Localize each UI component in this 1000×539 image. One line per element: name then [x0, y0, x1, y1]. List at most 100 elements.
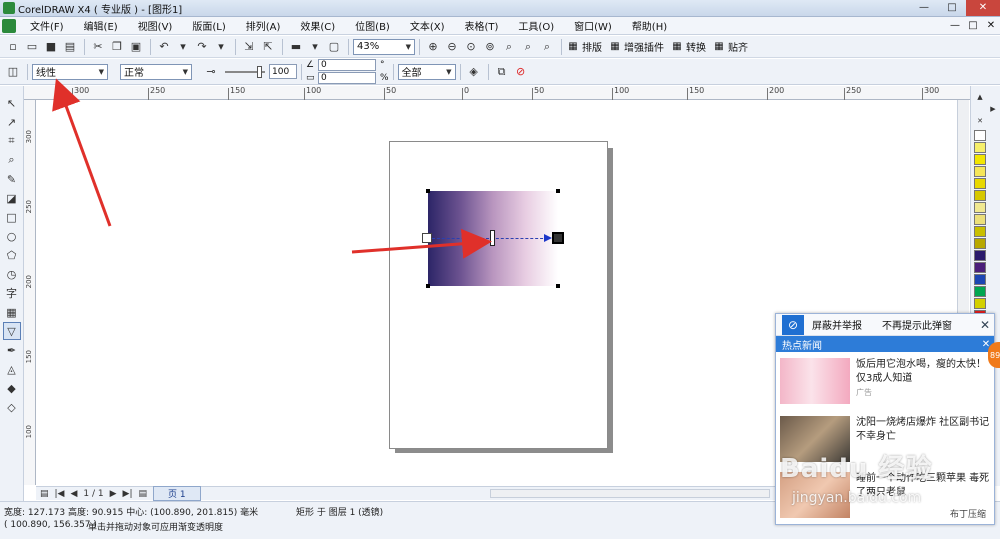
- minimize-button[interactable]: —: [910, 0, 938, 16]
- merge-mode-select[interactable]: 正常 ▼: [120, 63, 192, 80]
- menu-table[interactable]: 表格(T): [455, 18, 509, 33]
- rectangle-tool-icon[interactable]: □: [3, 208, 21, 226]
- close-button[interactable]: ✕: [966, 0, 1000, 16]
- next-page-icon[interactable]: ▶: [110, 489, 117, 499]
- color-swatch[interactable]: [974, 130, 986, 141]
- undo-icon[interactable]: ↶: [155, 38, 173, 56]
- zoom-selected-icon[interactable]: ⊙: [462, 38, 480, 56]
- undo-dropdown-icon[interactable]: ▾: [174, 38, 192, 56]
- enhance-plugin-button[interactable]: ▦ 增强插件: [608, 39, 664, 54]
- color-swatch[interactable]: [974, 226, 986, 237]
- zoom-out-icon[interactable]: ⊖: [443, 38, 461, 56]
- maximize-button[interactable]: □: [938, 0, 966, 16]
- color-swatch[interactable]: [974, 298, 986, 309]
- interactive-transparency-tool-icon[interactable]: ▽: [2, 322, 21, 340]
- transparency-type-select[interactable]: 线性 ▼: [32, 63, 108, 80]
- selection-handle[interactable]: [426, 189, 430, 193]
- application-launcher-icon[interactable]: ▬: [287, 38, 305, 56]
- redo-icon[interactable]: ↷: [193, 38, 211, 56]
- paste-icon[interactable]: ▣: [127, 38, 145, 56]
- snap-button[interactable]: ▦ 贴齐: [712, 39, 748, 54]
- zoom-tool-icon[interactable]: ⌕: [3, 151, 21, 169]
- doc-restore-button[interactable]: □: [964, 20, 982, 31]
- color-swatch[interactable]: [974, 274, 986, 285]
- document-page[interactable]: [389, 141, 608, 449]
- transparency-tool-icon[interactable]: ◫: [4, 63, 22, 81]
- doc-close-button[interactable]: ✕: [982, 20, 1000, 31]
- color-swatch[interactable]: [974, 286, 986, 297]
- menu-window[interactable]: 窗口(W): [564, 18, 622, 33]
- polygon-tool-icon[interactable]: ⬠: [3, 246, 21, 264]
- zoom-height-icon[interactable]: ⌕: [538, 38, 556, 56]
- import-icon[interactable]: ⇲: [240, 38, 258, 56]
- menu-bitmaps[interactable]: 位图(B): [345, 18, 400, 33]
- copy-icon[interactable]: ❐: [108, 38, 126, 56]
- menu-arrange[interactable]: 排列(A): [236, 18, 291, 33]
- menu-file[interactable]: 文件(F): [20, 18, 74, 33]
- transparency-midpoint-slider[interactable]: [490, 230, 495, 246]
- edge-pad-input[interactable]: 0: [318, 72, 376, 84]
- palette-flyout-icon[interactable]: ▶: [987, 104, 999, 114]
- smart-fill-tool-icon[interactable]: ◪: [3, 189, 21, 207]
- basic-shapes-tool-icon[interactable]: ◷: [3, 265, 21, 283]
- palette-scroll-up-icon[interactable]: ▲: [974, 92, 986, 102]
- copy-transparency-icon[interactable]: ⧉: [493, 63, 511, 81]
- color-swatch[interactable]: [974, 202, 986, 213]
- angle-input[interactable]: 0: [318, 59, 376, 71]
- transparency-target-select[interactable]: 全部 ▼: [397, 63, 456, 80]
- fill-tool-icon[interactable]: ◆: [3, 379, 21, 397]
- opacity-slider-thumb[interactable]: [257, 65, 262, 78]
- no-color-swatch-icon[interactable]: ✕: [974, 116, 986, 126]
- news-item[interactable]: 饭后用它泡水喝，瘦的太快！仅3成人知道 广告: [780, 358, 992, 412]
- prev-page-icon[interactable]: ◀: [70, 489, 77, 499]
- freehand-tool-icon[interactable]: ✎: [3, 170, 21, 188]
- vertical-ruler[interactable]: 300 250 200 150 100: [24, 100, 36, 485]
- zoom-width-icon[interactable]: ⌕: [519, 38, 537, 56]
- text-tool-icon[interactable]: 字: [3, 284, 21, 302]
- convert-button[interactable]: ▦ 转换: [670, 39, 706, 54]
- print-icon[interactable]: ▤: [61, 38, 79, 56]
- opacity-input[interactable]: 100: [269, 64, 297, 79]
- opacity-slider[interactable]: [225, 65, 265, 78]
- interactive-fill-tool-icon[interactable]: ◇: [3, 398, 21, 416]
- zoom-page-icon[interactable]: ⌕: [500, 38, 518, 56]
- welcome-screen-icon[interactable]: ▢: [325, 38, 343, 56]
- menu-help[interactable]: 帮助(H): [622, 18, 677, 33]
- color-swatch[interactable]: [974, 190, 986, 201]
- selection-handle[interactable]: [556, 284, 560, 288]
- menu-effects[interactable]: 效果(C): [290, 18, 345, 33]
- save-icon[interactable]: ■: [42, 38, 60, 56]
- table-tool-icon[interactable]: ▦: [3, 303, 21, 321]
- freeze-icon[interactable]: ◈: [465, 63, 483, 81]
- popup-footer[interactable]: 布丁压缩: [950, 507, 986, 520]
- menu-view[interactable]: 视图(V): [128, 18, 183, 33]
- color-swatch[interactable]: [974, 166, 986, 177]
- horizontal-ruler[interactable]: 300 250 150 100 50 0 50 100 150 200 250 …: [24, 86, 970, 100]
- clear-transparency-icon[interactable]: ⊘: [512, 63, 530, 81]
- close-icon[interactable]: ✕: [976, 318, 994, 332]
- document-icon[interactable]: [2, 18, 16, 33]
- export-icon[interactable]: ⇱: [259, 38, 277, 56]
- ellipse-tool-icon[interactable]: ○: [3, 227, 21, 245]
- cut-icon[interactable]: ✂: [89, 38, 107, 56]
- notification-badge[interactable]: 89: [988, 342, 1000, 368]
- transparency-end-node[interactable]: [552, 232, 564, 244]
- shape-tool-icon[interactable]: ↗: [3, 113, 21, 131]
- zoom-level-combo[interactable]: 43% ▼: [353, 38, 415, 55]
- color-swatch[interactable]: [974, 178, 986, 189]
- menu-text[interactable]: 文本(X): [400, 18, 455, 33]
- redo-dropdown-icon[interactable]: ▾: [212, 38, 230, 56]
- color-swatch[interactable]: [974, 154, 986, 165]
- add-page-icon[interactable]: ▤: [139, 489, 148, 499]
- doc-minimize-button[interactable]: —: [946, 20, 964, 31]
- zoom-in-icon[interactable]: ⊕: [424, 38, 442, 56]
- color-swatch[interactable]: [974, 250, 986, 261]
- eyedropper-tool-icon[interactable]: ✒: [3, 341, 21, 359]
- new-document-icon[interactable]: ▫: [4, 38, 22, 56]
- layout-button[interactable]: ▦ 排版: [566, 39, 602, 54]
- horizontal-scrollbar[interactable]: [490, 489, 770, 498]
- menu-tools[interactable]: 工具(O): [508, 18, 564, 33]
- zoom-all-objects-icon[interactable]: ⊚: [481, 38, 499, 56]
- block-report-button[interactable]: 屏蔽并举报: [812, 317, 862, 332]
- no-more-popup-button[interactable]: 不再提示此弹窗: [882, 317, 952, 332]
